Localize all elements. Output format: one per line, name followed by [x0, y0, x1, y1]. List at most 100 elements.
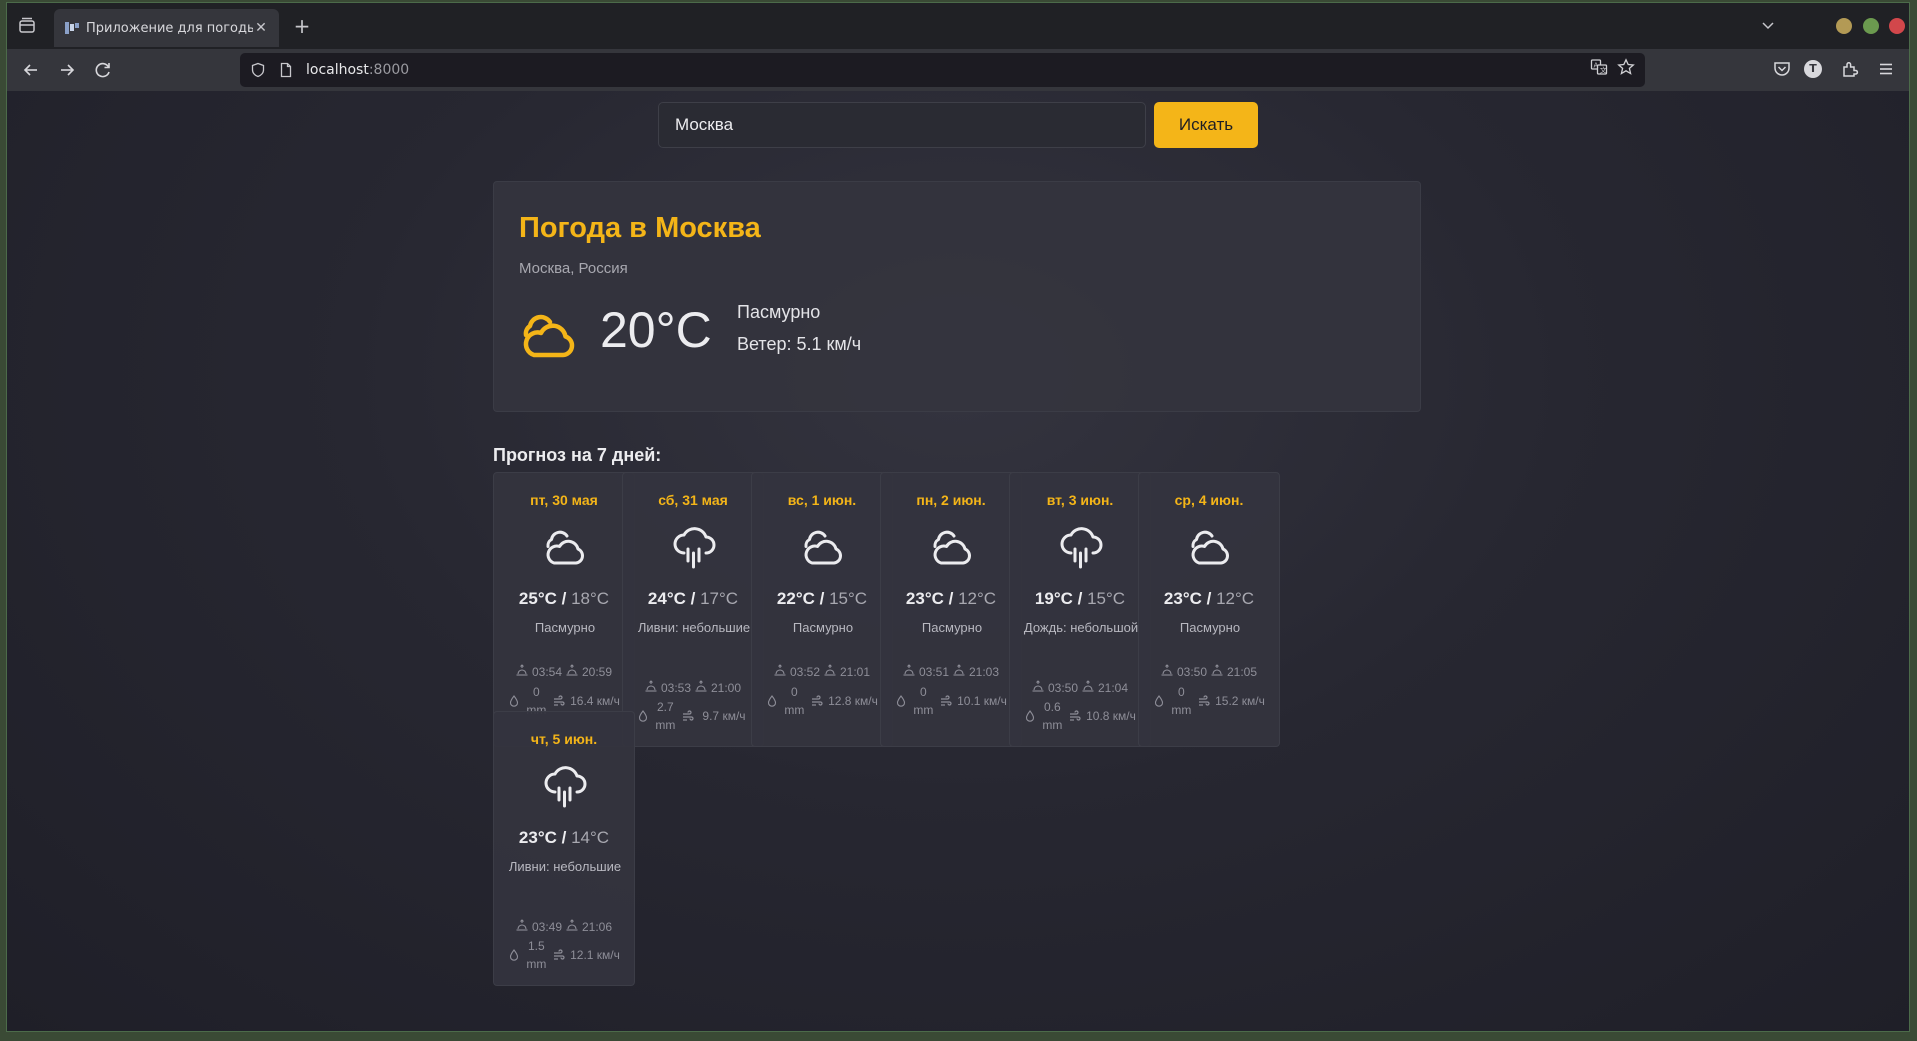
nav-bar: localhost:8000 A文 T	[7, 49, 1909, 91]
menu-icon[interactable]	[1876, 59, 1896, 79]
precipitation: 1.5 mm	[526, 939, 547, 971]
droplet-icon	[508, 949, 520, 961]
sun-times: 03:53 21:00	[623, 680, 763, 695]
sunset-time: 21:03	[969, 664, 1000, 679]
sunrise-time: 03:53	[660, 680, 691, 695]
precip-wind-row: 0 mm 10.1 км/ч	[895, 683, 1009, 719]
sunset-time: 21:00	[711, 680, 742, 695]
minimize-button[interactable]	[1836, 18, 1852, 34]
sunset-icon	[1082, 680, 1094, 695]
forecast-day-card: пн, 2 июн. 23°C / 12°C Пасмурно 03:51 21:03 0…	[880, 472, 1022, 747]
sunset-icon	[566, 919, 578, 934]
sunrise-time: 03:54	[531, 664, 562, 679]
sunset-icon	[695, 680, 707, 695]
wind-icon	[553, 949, 565, 961]
browser-tab[interactable]: Приложение для погоды ✕	[54, 9, 279, 47]
forecast-temperature: 24°C / 17°C	[647, 589, 739, 608]
forecast-description: Ливни: небольшие	[508, 859, 622, 874]
new-tab-icon[interactable]: +	[291, 15, 313, 37]
rain-icon	[542, 762, 588, 808]
extensions-icon[interactable]	[1840, 59, 1860, 79]
sunrise-icon	[1161, 664, 1173, 679]
wind-speed: 9.7 км/ч	[702, 709, 746, 723]
forecast-temperature: 19°C / 15°C	[1034, 589, 1126, 608]
tab-list-icon[interactable]	[17, 16, 37, 36]
droplet-icon	[508, 695, 520, 707]
maximize-button[interactable]	[1863, 18, 1879, 34]
wind-icon	[811, 695, 823, 707]
wind-speed: 10.8 км/ч	[1086, 709, 1136, 723]
search-button[interactable]: Искать	[1154, 102, 1258, 148]
precipitation: 0 mm	[784, 685, 805, 717]
back-icon[interactable]	[20, 59, 42, 81]
pocket-icon[interactable]	[1772, 59, 1792, 79]
sun-times: 03:50 21:04	[1010, 680, 1150, 695]
forecast-date: сб, 31 мая	[658, 492, 728, 508]
tab-title: Приложение для погоды	[86, 20, 253, 36]
forward-icon[interactable]	[56, 59, 78, 81]
account-avatar[interactable]: T	[1804, 60, 1822, 78]
page-icon[interactable]	[278, 62, 294, 78]
cloud-icon	[800, 523, 846, 569]
sunrise-time: 03:50	[1176, 664, 1207, 679]
wind-speed: 15.2 км/ч	[1215, 694, 1265, 708]
bookmark-star-icon[interactable]	[1617, 58, 1635, 76]
sunset-icon	[953, 664, 965, 679]
current-wind: Ветер: 5.1 км/ч	[737, 334, 862, 354]
forecast-date: чт, 5 июн.	[530, 731, 598, 747]
wind-speed: 12.1 км/ч	[570, 948, 620, 962]
wind-icon	[940, 695, 952, 707]
sunrise-time: 03:50	[1047, 680, 1078, 695]
precip-wind-row: 0 mm 12.8 км/ч	[766, 683, 880, 719]
close-window-button[interactable]	[1889, 18, 1905, 34]
current-description: Пасмурно	[737, 302, 821, 322]
sunset-time: 21:05	[1227, 664, 1258, 679]
reload-icon[interactable]	[92, 59, 114, 81]
wind-icon	[682, 710, 694, 722]
city-search-input[interactable]	[658, 102, 1146, 148]
sun-times: 03:50 21:05	[1139, 664, 1279, 679]
sunrise-icon	[516, 919, 528, 934]
sunset-time: 20:59	[582, 664, 613, 679]
forecast-temperature: 25°C / 18°C	[518, 589, 610, 608]
url-bar[interactable]: localhost:8000	[240, 53, 1645, 87]
sunset-time: 21:06	[582, 919, 613, 934]
forecast-description: Ливни: небольшие	[637, 620, 751, 635]
droplet-icon	[1153, 695, 1165, 707]
precipitation: 2.7 mm	[655, 700, 676, 732]
shield-icon[interactable]	[250, 62, 266, 78]
rain-icon	[671, 523, 717, 569]
droplet-icon	[766, 695, 778, 707]
forecast-day-card: ср, 4 июн. 23°C / 12°C Пасмурно 03:50 21:05 0…	[1138, 472, 1280, 747]
wind-icon	[553, 695, 565, 707]
sunrise-icon	[645, 680, 657, 695]
sunrise-icon	[516, 664, 528, 679]
translate-icon[interactable]: A文	[1590, 58, 1608, 76]
forecast-date: пт, 30 мая	[530, 492, 598, 508]
sun-times: 03:51 21:03	[881, 664, 1021, 679]
forecast-description: Пасмурно	[534, 620, 596, 635]
wind-speed: 12.8 км/ч	[828, 694, 878, 708]
sun-times: 03:52 21:01	[752, 664, 892, 679]
favicon-icon	[65, 22, 79, 34]
sunset-icon	[824, 664, 836, 679]
chevron-down-icon[interactable]	[1760, 17, 1776, 33]
wind-icon	[1198, 695, 1210, 707]
sunset-time: 21:01	[840, 664, 871, 679]
current-weather-title: Погода в Москва	[519, 212, 761, 244]
droplet-icon	[637, 710, 649, 722]
sunrise-time: 03:49	[531, 919, 562, 934]
sunrise-time: 03:52	[789, 664, 820, 679]
tab-close-icon[interactable]: ✕	[253, 20, 269, 36]
droplet-icon	[895, 695, 907, 707]
forecast-date: ср, 4 июн.	[1174, 492, 1244, 508]
forecast-date: вс, 1 июн.	[787, 492, 857, 508]
sunset-time: 21:04	[1098, 680, 1129, 695]
url-text[interactable]: localhost:8000	[306, 62, 409, 78]
forecast-day-card: пт, 30 мая 25°C / 18°C Пасмурно 03:54 20:59 0…	[493, 472, 635, 747]
svg-text:文: 文	[1600, 66, 1607, 75]
forecast-day-card: чт, 5 июн. 23°C / 14°C Ливни: небольшие 03:…	[493, 711, 635, 986]
svg-text:A: A	[1594, 62, 1599, 70]
forecast-date: вт, 3 июн.	[1046, 492, 1114, 508]
sun-times: 03:49 21:06	[494, 919, 634, 934]
